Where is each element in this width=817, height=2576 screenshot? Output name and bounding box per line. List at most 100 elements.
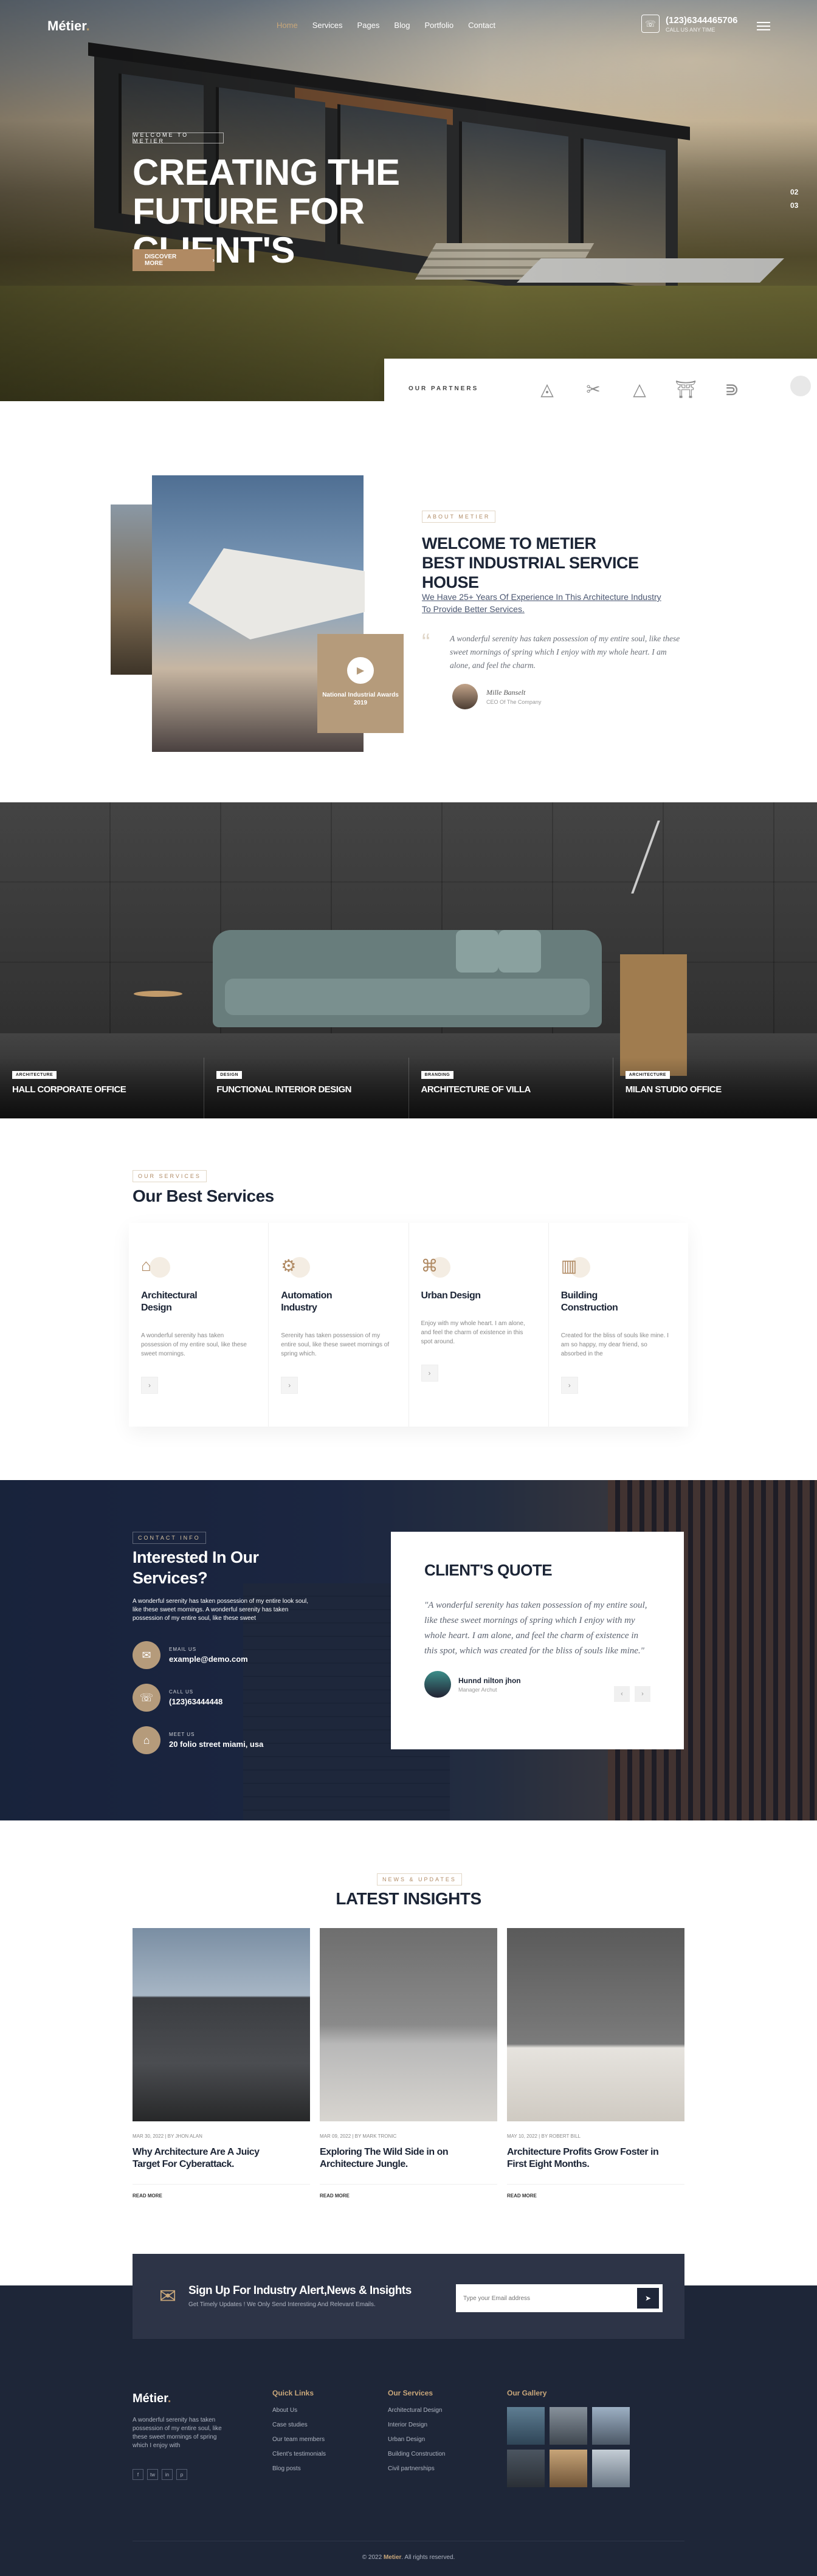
partner-logo-5-icon[interactable]: ⋑ xyxy=(721,378,743,400)
contact-email-label: EMAIL US xyxy=(169,1647,197,1652)
footer-logo[interactable]: Métier. xyxy=(133,2392,171,2406)
partners-more-icon[interactable] xyxy=(790,376,811,396)
arrow-right-icon[interactable]: › xyxy=(421,1365,438,1382)
nav-item-home[interactable]: Home xyxy=(277,21,298,30)
gallery-captions: ARCHITECTURE HALL CORPORATE OFFICE DESIGN… xyxy=(0,1058,817,1118)
gallery-thumb[interactable] xyxy=(592,2450,630,2487)
service-card[interactable]: ⌂ Architectural Design A wonderful serenit… xyxy=(129,1223,269,1427)
footer-service-link[interactable]: Interior Design xyxy=(388,2422,446,2428)
client-quote-card: CLIENT'S QUOTE "A wonderful serenity has… xyxy=(391,1532,684,1749)
contact-phone-label: CALL US xyxy=(169,1689,194,1695)
copyright: © 2022 Metier. All rights reserved. xyxy=(362,2554,455,2561)
gallery-item[interactable]: BRANDING ARCHITECTURE OF VILLA xyxy=(408,1058,613,1118)
footer-quick-links: Quick Links About Us Case studies Our team… xyxy=(272,2389,326,2480)
blog-post-image[interactable] xyxy=(507,1928,684,2121)
gallery-tag: BRANDING xyxy=(421,1071,454,1079)
blog-post-title[interactable]: Why Architecture Are A Juicy Target For … xyxy=(133,2146,284,2171)
gallery-thumb[interactable] xyxy=(550,2450,587,2487)
service-card[interactable]: ⚙ Automation Industry Serenity has taken p… xyxy=(269,1223,409,1427)
client-name: Hunnd nilton jhon xyxy=(458,1676,521,1685)
blog-post-title[interactable]: Exploring The Wild Side in on Architectu… xyxy=(320,2146,472,2171)
hero-kicker: WELCOME TO METIER xyxy=(133,132,224,144)
blog-post-title[interactable]: Architecture Profits Grow Foster in Firs… xyxy=(507,2146,659,2171)
linkedin-icon[interactable]: in xyxy=(162,2469,173,2480)
footer-quick-link[interactable]: Our team members xyxy=(272,2436,326,2443)
gallery-item[interactable]: DESIGN FUNCTIONAL INTERIOR DESIGN xyxy=(204,1058,409,1118)
insights-title: LATEST INSIGHTS xyxy=(336,1889,481,1908)
footer-quick-link[interactable]: Case studies xyxy=(272,2422,326,2428)
arrow-right-icon[interactable]: › xyxy=(141,1377,158,1394)
nav-item-pages[interactable]: Pages xyxy=(357,21,380,30)
gallery-thumb[interactable] xyxy=(592,2407,630,2445)
gallery-tag: DESIGN xyxy=(216,1071,243,1079)
facebook-icon[interactable]: f xyxy=(133,2469,143,2480)
client-avatar xyxy=(424,1671,451,1698)
blog-post-meta: MAY 10, 2022 | BY ROBERT BILL xyxy=(507,2133,581,2139)
top-navigation: Métier. Home Services Pages Blog Portfol… xyxy=(0,13,817,38)
nav-item-services[interactable]: Services xyxy=(312,21,343,30)
blog-post-image[interactable] xyxy=(133,1928,310,2121)
gallery-thumb[interactable] xyxy=(507,2450,545,2487)
header-phone[interactable]: ☏ (123)6344465706 CALL US ANY TIME xyxy=(641,15,737,33)
footer-service-link[interactable]: Architectural Design xyxy=(388,2407,446,2414)
partner-logo-1-icon[interactable]: ◬ xyxy=(536,378,558,400)
gallery-thumb[interactable] xyxy=(507,2407,545,2445)
read-more-link[interactable]: READ MORE xyxy=(507,2184,684,2199)
automation-industry-icon: ⚙ xyxy=(281,1256,311,1283)
services-title: Our Best Services xyxy=(133,1186,274,1205)
chevron-right-icon[interactable]: › xyxy=(635,1686,650,1702)
quote-nav: ‹ › xyxy=(614,1686,650,1702)
about-title: WELCOME TO METIER BEST INDUSTRIAL SERVICE… xyxy=(422,534,639,591)
service-card[interactable]: ▥ Building Construction Created for the bl… xyxy=(548,1223,688,1427)
award-label: National Industrial Awards 2019 xyxy=(322,692,399,706)
nav-item-portfolio[interactable]: Portfolio xyxy=(424,21,453,30)
discover-more-button[interactable]: DISCOVER MORE › xyxy=(133,249,215,271)
footer-quick-link[interactable]: About Us xyxy=(272,2407,326,2414)
footer-quick-link[interactable]: Client's testimonials xyxy=(272,2451,326,2457)
contact-email-value: example@demo.com xyxy=(169,1655,248,1664)
gallery-item[interactable]: ARCHITECTURE MILAN STUDIO OFFICE xyxy=(613,1058,817,1118)
gallery-title: MILAN STUDIO OFFICE xyxy=(625,1084,722,1095)
blog-post-card[interactable]: MAY 10, 2022 | BY ROBERT BILL Architectu… xyxy=(507,1928,684,2199)
footer-service-link[interactable]: Urban Design xyxy=(388,2436,446,2443)
award-video-card[interactable]: ▶ National Industrial Awards 2019 xyxy=(317,634,404,733)
partner-logo-2-icon[interactable]: ✂ xyxy=(582,378,604,400)
slide-number-3[interactable]: 03 xyxy=(790,199,798,212)
arrow-right-icon[interactable]: › xyxy=(281,1377,298,1394)
nav-item-contact[interactable]: Contact xyxy=(468,21,495,30)
about-author: Mille Banselt CEO Of The Company xyxy=(452,684,541,709)
partner-logo-3-icon[interactable]: △ xyxy=(629,378,650,400)
blog-post-meta: MAR 09, 2022 | BY MARK TRONIC xyxy=(320,2133,397,2139)
slide-number-2[interactable]: 02 xyxy=(790,185,798,199)
partners-bar: OUR PARTNERS ◬ ✂ △ ⛩ ⋑ xyxy=(384,359,817,401)
blog-post-card[interactable]: MAR 30, 2022 | BY JHON ALAN Why Architec… xyxy=(133,1928,310,2199)
quote-mark-icon: “ xyxy=(422,629,430,656)
play-icon[interactable]: ▶ xyxy=(347,657,374,684)
footer-quick-link[interactable]: Blog posts xyxy=(272,2465,326,2472)
read-more-link[interactable]: READ MORE xyxy=(320,2184,497,2199)
newsletter-email-input[interactable] xyxy=(463,2295,637,2302)
blog-post-card[interactable]: MAR 09, 2022 | BY MARK TRONIC Exploring … xyxy=(320,1928,497,2199)
pinterest-icon[interactable]: p xyxy=(176,2469,187,2480)
footer-service-link[interactable]: Civil partnerships xyxy=(388,2465,446,2472)
twitter-icon[interactable]: tw xyxy=(147,2469,158,2480)
footer-service-link[interactable]: Building Construction xyxy=(388,2451,446,2457)
contact-address[interactable]: ⌂ MEET US 20 folio street miami, usa xyxy=(133,1726,263,1754)
contact-email[interactable]: ✉ EMAIL US example@demo.com xyxy=(133,1641,248,1669)
service-card[interactable]: ⌘ Urban Design Enjoy with my whole heart. … xyxy=(408,1223,549,1427)
nav-item-blog[interactable]: Blog xyxy=(394,21,410,30)
arrow-right-icon[interactable]: › xyxy=(560,1377,578,1394)
contact-phone[interactable]: ☏ CALL US (123)63444448 xyxy=(133,1684,222,1712)
gallery-thumb[interactable] xyxy=(550,2407,587,2445)
gallery-tag: ARCHITECTURE xyxy=(12,1071,57,1079)
read-more-link[interactable]: READ MORE xyxy=(133,2184,310,2199)
hamburger-menu-icon[interactable] xyxy=(757,19,770,33)
header-phone-label: CALL US ANY TIME xyxy=(666,26,715,33)
partner-logo-4-icon[interactable]: ⛩ xyxy=(675,378,697,400)
project-gallery-section: ARCHITECTURE HALL CORPORATE OFFICE DESIGN… xyxy=(0,802,817,1118)
send-icon[interactable]: ➤ xyxy=(637,2288,659,2309)
chevron-left-icon[interactable]: ‹ xyxy=(614,1686,630,1702)
gallery-item[interactable]: ARCHITECTURE HALL CORPORATE OFFICE xyxy=(0,1058,205,1118)
blog-post-image[interactable] xyxy=(320,1928,497,2121)
site-logo[interactable]: Métier. xyxy=(47,18,90,34)
